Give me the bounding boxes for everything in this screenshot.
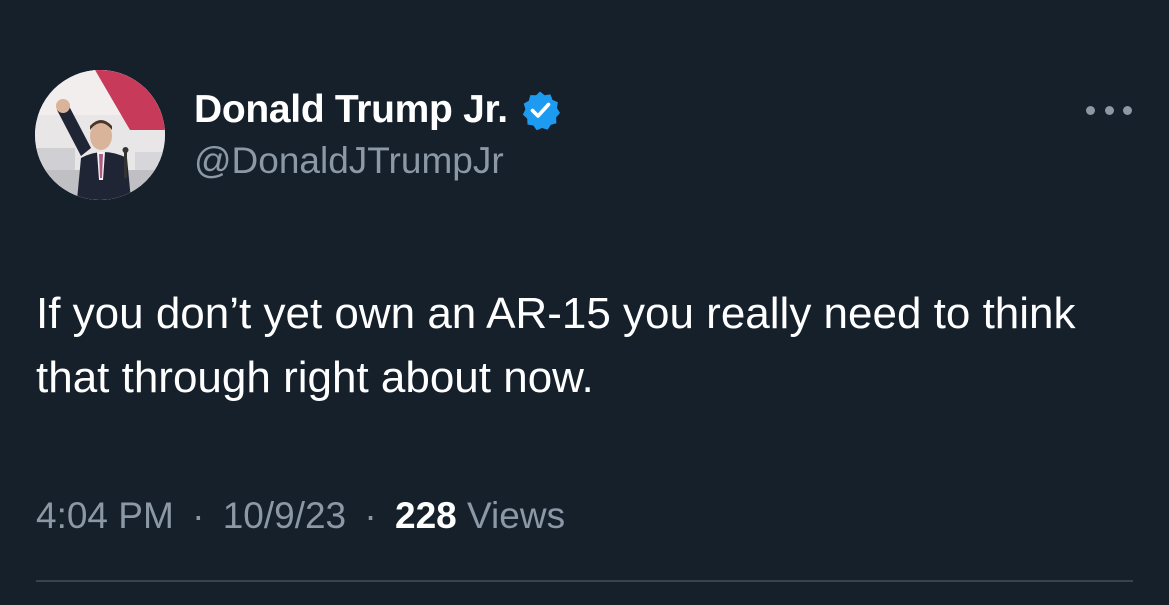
author-name-row[interactable]: Donald Trump Jr. [194,86,560,134]
more-dot [1123,105,1132,115]
avatar-photo [35,70,165,200]
more-dot [1104,105,1114,115]
tweet-card: Donald Trump Jr. @DonaldJTrumpJr If you … [0,0,1169,605]
meta-separator: · [192,495,205,536]
views-label[interactable]: Views [467,495,565,536]
more-dot [1086,105,1095,115]
author-display-name[interactable]: Donald Trump Jr. [194,88,508,132]
tweet-text: If you don’t yet own an AR-15 you really… [36,289,1076,402]
meta-separator: · [364,495,377,536]
divider [36,580,1133,582]
avatar[interactable] [35,70,165,200]
verified-badge-icon [520,90,560,131]
tweet-date[interactable]: 10/9/23 [223,495,346,536]
views-count[interactable]: 228 [395,495,457,536]
author-handle[interactable]: @DonaldJTrumpJr [194,140,504,182]
tweet-time[interactable]: 4:04 PM [36,495,174,536]
tweet-meta: 4:04 PM · 10/9/23 · 228 Views [36,495,565,537]
more-options-icon[interactable] [1086,100,1132,120]
